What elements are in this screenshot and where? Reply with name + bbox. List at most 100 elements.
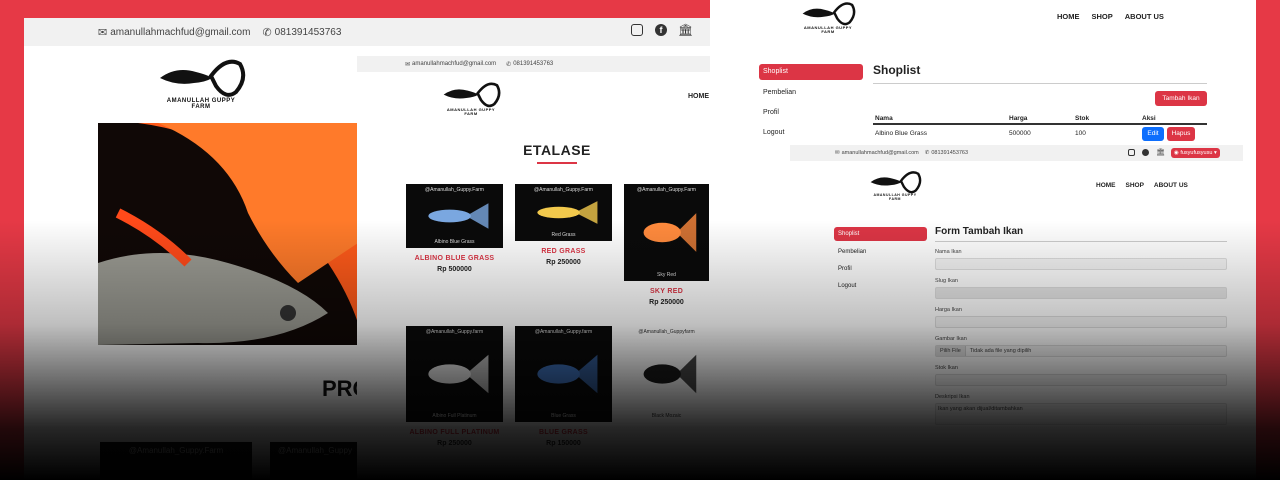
facebook-icon[interactable] bbox=[1142, 149, 1149, 156]
product-card[interactable]: @Amanullah_Guppy.farm Albino Full Platinu… bbox=[406, 326, 503, 447]
form-logo[interactable]: AMANULLAH GUPPY FARM bbox=[868, 169, 922, 203]
col-harga: Harga bbox=[1009, 115, 1028, 122]
chevron-down-icon: ▾ bbox=[1212, 150, 1217, 156]
delete-button[interactable]: Hapus bbox=[1167, 127, 1195, 141]
sidebar-item-shoplist[interactable]: Shoplist bbox=[834, 227, 927, 241]
fish-image-field[interactable]: Pilih File Tidak ada file yang dipilih bbox=[935, 345, 1227, 357]
home-topbar: ✉ amanullahmachfud@gmail.com ✆ 081391453… bbox=[24, 18, 724, 46]
contact-email[interactable]: amanullahmachfud@gmail.com bbox=[842, 150, 919, 156]
contact-phone[interactable]: 081391453763 bbox=[275, 27, 342, 38]
logo-text: AMANULLAH GUPPY FARM bbox=[166, 98, 236, 110]
add-fish-button[interactable]: Tambah Ikan bbox=[1155, 91, 1207, 106]
user-menu-button[interactable]: ◉ fusyufusyusu ▾ bbox=[1171, 148, 1220, 158]
fish-name-field[interactable] bbox=[935, 258, 1227, 270]
product-image[interactable]: @Amanullah_Guppyfarm Black Mozaic bbox=[624, 326, 709, 422]
fish-price-field[interactable] bbox=[935, 316, 1227, 328]
sidebar-item-pembelian[interactable]: Pembelian bbox=[834, 249, 927, 255]
contact-phone[interactable]: 081391453763 bbox=[931, 150, 968, 156]
shop-icon[interactable]: 🏛 bbox=[1156, 148, 1165, 156]
product-image[interactable]: @Amanullah_Guppy.farm Blue Grass bbox=[515, 326, 612, 422]
form-group: Harga Ikan bbox=[935, 307, 1227, 328]
window-form: ✉ amanullahmachfud@gmail.com ✆ 081391453… bbox=[790, 145, 1243, 480]
nav-shop[interactable]: SHOP bbox=[1126, 182, 1144, 189]
edit-button[interactable]: Edit bbox=[1142, 127, 1164, 141]
shop-icon[interactable]: 🏛 bbox=[678, 23, 693, 37]
nav-home[interactable]: HOME bbox=[688, 93, 709, 100]
guppy-logo-icon bbox=[870, 171, 922, 194]
nav-home[interactable]: HOME bbox=[1057, 12, 1080, 21]
nav-home[interactable]: HOME bbox=[1096, 182, 1116, 189]
product-name[interactable]: RED GRASS bbox=[515, 248, 612, 255]
image-watermark: @Amanullah_Guppy.farm bbox=[425, 329, 484, 335]
product-image[interactable]: @Amanullah_Guppy.Farm Red Grass bbox=[515, 184, 612, 241]
shoplist-title-rule bbox=[873, 83, 1207, 84]
choose-file-button[interactable]: Pilih File bbox=[936, 346, 966, 356]
form-title: Form Tambah Ikan bbox=[935, 226, 1024, 237]
guppy-logo-icon bbox=[443, 82, 501, 108]
image-watermark: @Amanullah_Guppy.Farm bbox=[425, 187, 484, 193]
product-name[interactable]: SKY RED bbox=[624, 288, 709, 295]
mail-icon: ✉ bbox=[835, 150, 840, 156]
product-card[interactable]: @Amanullah_Guppy.Farm Sky Red SKY RED Rp 25… bbox=[624, 184, 709, 306]
home-product-card-2[interactable]: @Amanullah_Guppy bbox=[270, 442, 360, 480]
shoplist-logo[interactable]: AMANULLAH GUPPY FARM bbox=[798, 0, 858, 34]
image-caption: Red Grass bbox=[551, 232, 576, 238]
product-card[interactable]: @Amanullah_Guppy.Farm Red Grass RED GRASS R… bbox=[515, 184, 612, 266]
window-etalase: ✉ amanullahmachfud@gmail.com ✆ 081391453… bbox=[357, 56, 717, 480]
sidebar-item-profil[interactable]: Profil bbox=[759, 109, 863, 116]
mail-icon: ✉ bbox=[98, 26, 108, 39]
red-guppy-illustration bbox=[98, 123, 358, 345]
etalase-logo[interactable]: AMANULLAH GUPPY FARM bbox=[441, 80, 501, 116]
image-watermark: @Amanullah_Guppy.Farm bbox=[534, 187, 593, 193]
nav-shop[interactable]: SHOP bbox=[1092, 12, 1113, 21]
table-header: Nama Harga Stok Aksi bbox=[873, 112, 1207, 125]
phone-icon: ✆ bbox=[262, 26, 272, 39]
product-name[interactable]: BLUE GRASS bbox=[515, 429, 612, 436]
fish-stock-field[interactable] bbox=[935, 374, 1227, 386]
sidebar-item-pembelian[interactable]: Pembelian bbox=[759, 89, 863, 96]
form-label: Stok Ikan bbox=[935, 365, 958, 371]
facebook-icon[interactable]: f bbox=[655, 24, 667, 36]
home-product-card-1[interactable]: @Amanullah_Guppy.Farm bbox=[100, 442, 252, 480]
fish-slug-field[interactable] bbox=[935, 287, 1227, 299]
image-watermark: @Amanullah_Guppyfarm bbox=[638, 329, 695, 335]
product-image[interactable]: @Amanullah_Guppy.Farm Albino Blue Grass bbox=[406, 184, 503, 248]
form-label: Slug Ikan bbox=[935, 278, 958, 284]
shoplist-table: Nama Harga Stok Aksi Albino Blue Grass 5… bbox=[873, 112, 1207, 143]
instagram-icon[interactable] bbox=[1128, 149, 1135, 156]
product-card[interactable]: @Amanullah_Guppy.farm Blue Grass BLUE GRAS… bbox=[515, 326, 612, 447]
fish-description-field[interactable]: Ikan yang akan dijual/ditambahkan bbox=[935, 403, 1227, 425]
product-card[interactable]: @Amanullah_Guppy.Farm Albino Blue Grass AL… bbox=[406, 184, 503, 273]
etalase-title: ETALASE bbox=[523, 142, 591, 158]
product-card[interactable]: @Amanullah_Guppyfarm Black Mozaic bbox=[624, 326, 709, 422]
product-price: Rp 500000 bbox=[437, 266, 472, 273]
sidebar-item-shoplist[interactable]: Shoplist bbox=[759, 64, 863, 80]
sidebar-item-logout[interactable]: Logout bbox=[834, 283, 927, 289]
sidebar-item-profil[interactable]: Profil bbox=[834, 266, 927, 272]
contact-phone[interactable]: 081391453763 bbox=[513, 61, 553, 67]
logo-text: AMANULLAH GUPPY FARM bbox=[873, 193, 917, 201]
nav-about[interactable]: ABOUT US bbox=[1125, 12, 1164, 21]
form-fields: Nama Ikan Slug Ikan Harga Ikan Gambar Ikan P… bbox=[935, 249, 1227, 433]
nav-about[interactable]: ABOUT US bbox=[1154, 182, 1188, 189]
form-title-rule bbox=[935, 241, 1227, 242]
form-label: Gambar Ikan bbox=[935, 336, 967, 342]
form-nav: HOME SHOP ABOUT US bbox=[1096, 182, 1188, 189]
form-topbar: ✉ amanullahmachfud@gmail.com ✆ 081391453… bbox=[790, 145, 1243, 161]
product-image[interactable]: @Amanullah_Guppy.Farm Sky Red bbox=[624, 184, 709, 281]
product-name[interactable]: ALBINO FULL PLATINUM bbox=[406, 429, 503, 436]
instagram-icon[interactable] bbox=[631, 24, 643, 36]
file-status: Tidak ada file yang dipilih bbox=[969, 348, 1032, 354]
sidebar-item-logout[interactable]: Logout bbox=[759, 129, 863, 136]
form-label: Deskripsi Ikan bbox=[935, 394, 970, 400]
image-caption: Albino Blue Grass bbox=[434, 239, 475, 245]
image-caption: Albino Full Platinum bbox=[432, 413, 477, 419]
product-name[interactable]: ALBINO BLUE GRASS bbox=[406, 255, 503, 262]
mail-icon: ✉ bbox=[405, 61, 411, 68]
image-watermark: @Amanullah_Guppy.farm bbox=[534, 329, 593, 335]
home-logo[interactable]: AMANULLAH GUPPY FARM bbox=[156, 56, 246, 112]
logo-text: AMANULLAH GUPPY FARM bbox=[803, 25, 853, 34]
product-image[interactable]: @Amanullah_Guppy.farm Albino Full Platinu… bbox=[406, 326, 503, 422]
contact-email[interactable]: amanullahmachfud@gmail.com bbox=[110, 27, 250, 38]
contact-email[interactable]: amanullahmachfud@gmail.com bbox=[412, 61, 496, 67]
